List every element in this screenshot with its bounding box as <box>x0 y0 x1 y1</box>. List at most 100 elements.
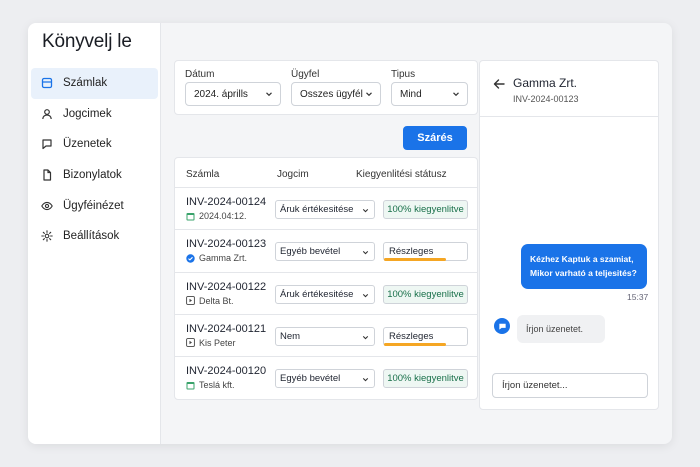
category-value: Egyéb bevétel <box>280 373 341 385</box>
date-filter-select[interactable]: 2024. áprills <box>185 82 281 106</box>
eye-icon <box>40 199 53 212</box>
sidebar-item-label: Ügyféinézet <box>63 199 124 212</box>
client-filter-value: Osszes ügyfél <box>300 88 363 100</box>
check-badge-icon <box>186 254 195 263</box>
invoice-client: Delta Bt. <box>186 296 234 306</box>
category-value: Áruk értékesitése <box>280 288 354 300</box>
status-badge: Részleges <box>383 326 468 346</box>
column-header-status: Kiegyenlitési státusz <box>356 169 447 180</box>
invoice-table: Számla Jogcim Kiegyenlitési státusz INV-… <box>174 157 478 400</box>
invoice-client: 2024.04:12. <box>186 211 247 221</box>
status-progress-bar <box>384 342 447 346</box>
table-row[interactable]: INV-2024-00121 Kis Peter Nem Részleges <box>175 315 477 358</box>
message-timestamp: 15:37 <box>627 292 649 302</box>
category-select[interactable]: Egyéb bevétel <box>275 369 375 389</box>
status-text: Részleges <box>389 330 434 342</box>
invoice-client-text: Delta Bt. <box>199 295 234 306</box>
category-select[interactable]: Nem <box>275 326 375 346</box>
status-text: Részleges <box>389 246 434 258</box>
brand-title: Könyvelj le <box>42 31 132 52</box>
apply-filter-button[interactable]: Szárés <box>403 126 467 150</box>
date-filter-label: Dátum <box>185 69 215 80</box>
message-icon <box>40 138 53 151</box>
category-select[interactable]: Egyéb bevétel <box>275 242 375 262</box>
invoice-client: Kis Peter <box>186 338 236 348</box>
outgoing-message-line: Mikor varható a teljesités? <box>530 268 637 278</box>
invoice-client-text: Teslá kft. <box>199 380 235 391</box>
message-input[interactable] <box>492 373 648 398</box>
panel-divider <box>480 116 658 117</box>
user-icon <box>40 107 53 120</box>
sidebar-item-label: Bizonylatok <box>63 169 122 182</box>
sidebar-nav: Számlak Jogcimek Üzenetek Bizonylatok Üg… <box>31 68 158 252</box>
client-filter-select[interactable]: Osszes ügyfél <box>291 82 381 106</box>
table-row[interactable]: INV-2024-00124 2024.04:12. Áruk értékesité… <box>175 188 477 231</box>
status-badge: Részleges <box>383 242 468 262</box>
app-window: Könyvelj le Számlak Jogcimek Üzenetek Bi… <box>28 23 672 444</box>
chevron-down-icon <box>361 375 370 385</box>
invoice-client: Gamma Zrt. <box>186 253 247 263</box>
category-select[interactable]: Áruk értékesitése <box>275 284 375 304</box>
panel-subtitle: INV-2024-00123 <box>513 94 579 104</box>
sidebar-item-client-view[interactable]: Ügyféinézet <box>31 190 158 221</box>
chevron-down-icon <box>361 206 370 215</box>
date-filter-value: 2024. áprills <box>194 88 248 100</box>
panel-title: Gamma Zrt. <box>513 76 578 90</box>
sidebar-item-label: Jogcimek <box>63 107 112 120</box>
invoice-client-text: Kis Peter <box>199 337 236 348</box>
table-row[interactable]: INV-2024-00122 Delta Bt. Áruk értékesitése… <box>175 273 477 315</box>
column-header-invoice: Számla <box>186 169 220 180</box>
sidebar-item-invoices[interactable]: Számlak <box>31 68 158 99</box>
chevron-down-icon <box>361 248 370 258</box>
status-progress-bar <box>384 258 447 262</box>
back-arrow-icon[interactable] <box>492 77 506 91</box>
outgoing-message-line: Kézhez Kaptuk a szamiat, <box>530 254 634 264</box>
calendar-green-icon <box>186 381 195 390</box>
chevron-down-icon <box>451 89 461 99</box>
invoice-client-text: Gamma Zrt. <box>199 253 248 264</box>
chevron-down-icon <box>364 89 374 99</box>
type-filter-label: Tipus <box>391 69 416 80</box>
category-value: Egyéb bevétel <box>280 246 341 258</box>
invoice-number[interactable]: INV-2024-00120 <box>186 365 266 377</box>
sidebar: Könyvelj le Számlak Jogcimek Üzenetek Bi… <box>28 23 161 444</box>
invoice-client-text: 2024.04:12. <box>199 211 247 221</box>
invoice-number[interactable]: INV-2024-00124 <box>186 196 266 208</box>
play-box-icon <box>186 296 195 305</box>
filter-bar: Dátum 2024. áprills Ügyfel Osszes ügyfél… <box>174 60 478 115</box>
incoming-message: Írjon üzenetet. <box>517 315 605 343</box>
sidebar-item-messages[interactable]: Üzenetek <box>31 129 158 160</box>
invoice-number[interactable]: INV-2024-00123 <box>186 238 266 250</box>
invoice-number[interactable]: INV-2024-00122 <box>186 281 266 293</box>
status-text: 100% kiegyenlitve <box>387 373 464 385</box>
chat-bot-icon <box>494 318 510 334</box>
category-select[interactable]: Áruk értékesitése <box>275 200 375 219</box>
status-badge: 100% kiegyenlitve <box>383 284 468 304</box>
chevron-down-icon <box>361 332 370 342</box>
sidebar-item-label: Számlak <box>63 77 108 90</box>
type-filter-select[interactable]: Mind <box>391 82 468 106</box>
sidebar-item-label: Beállítások <box>63 230 120 243</box>
table-row[interactable]: INV-2024-00120 Teslá kft. Egyéb bevétel 100… <box>175 357 477 399</box>
invoice-detail-panel: Gamma Zrt. INV-2024-00123 Kézhez Kaptuk … <box>479 60 659 410</box>
sidebar-item-categories[interactable]: Jogcimek <box>31 99 158 130</box>
outgoing-message: Kézhez Kaptuk a szamiat, Mikor varható a… <box>521 244 647 289</box>
status-text: 100% kiegyenlitve <box>387 204 464 215</box>
gear-icon <box>40 230 53 243</box>
sidebar-item-settings[interactable]: Beállítások <box>31 221 158 252</box>
chevron-down-icon <box>361 290 370 300</box>
client-filter-label: Ügyfel <box>291 69 320 80</box>
table-row[interactable]: INV-2024-00123 Gamma Zrt. Egyéb bevétel Rés… <box>175 230 477 273</box>
category-value: Áruk értékesitése <box>280 204 354 215</box>
sidebar-item-documents[interactable]: Bizonylatok <box>31 160 158 191</box>
document-icon <box>40 169 53 182</box>
table-body: INV-2024-00124 2024.04:12. Áruk értékesité… <box>175 188 477 399</box>
status-badge: 100% kiegyenlitve <box>383 369 468 389</box>
status-badge: 100% kiegyenlitve <box>383 200 468 219</box>
table-header: Számla Jogcim Kiegyenlitési státusz <box>175 158 477 188</box>
invoice-number[interactable]: INV-2024-00121 <box>186 323 266 335</box>
invoice-icon <box>40 77 53 90</box>
calendar-icon <box>186 212 195 221</box>
sidebar-item-label: Üzenetek <box>63 138 112 151</box>
chevron-down-icon <box>264 89 274 99</box>
